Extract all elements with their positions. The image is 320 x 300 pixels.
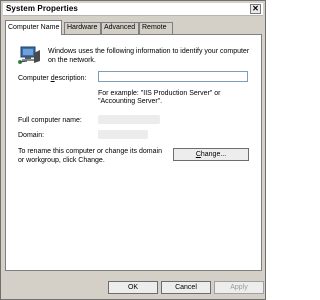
tab-remote[interactable]: Remote [139,22,173,34]
computer-description-label: Computer description: [18,75,87,82]
system-properties-dialog: System Properties ✕ Computer Name Hardwa… [0,0,266,300]
tab-label: Hardware [67,24,98,31]
cancel-button[interactable]: Cancel [161,281,211,294]
tab-label: Computer Name [8,24,60,31]
computer-network-icon [18,46,40,64]
tab-strip: Computer Name Hardware Advanced Remote [5,20,261,35]
close-button[interactable]: ✕ [250,4,261,14]
computer-description-input[interactable] [98,71,248,82]
tab-advanced[interactable]: Advanced [101,22,139,34]
title-bar[interactable]: System Properties ✕ [3,3,263,16]
domain-value-redacted [98,130,148,139]
tab-label: Advanced [104,24,136,31]
ok-button[interactable]: OK [108,281,158,294]
tab-hardware[interactable]: Hardware [64,22,101,34]
intro-text: Windows uses the following information t… [48,48,250,64]
tab-label: Remote [142,24,167,31]
domain-label: Domain: [18,132,45,139]
change-button[interactable]: Change... [173,148,249,161]
window-title: System Properties [6,4,78,13]
rename-instructions: To rename this computer or change its do… [18,148,162,164]
close-icon: ✕ [252,4,259,13]
full-computer-name-label: Full computer name: [18,117,82,124]
apply-button[interactable]: Apply [214,281,264,294]
full-computer-name-value-redacted [98,115,160,124]
computer-name-panel: Windows uses the following information t… [5,34,262,271]
description-example-text: For example: "IIS Production Server" or … [98,90,221,105]
tab-computer-name[interactable]: Computer Name [5,20,62,35]
